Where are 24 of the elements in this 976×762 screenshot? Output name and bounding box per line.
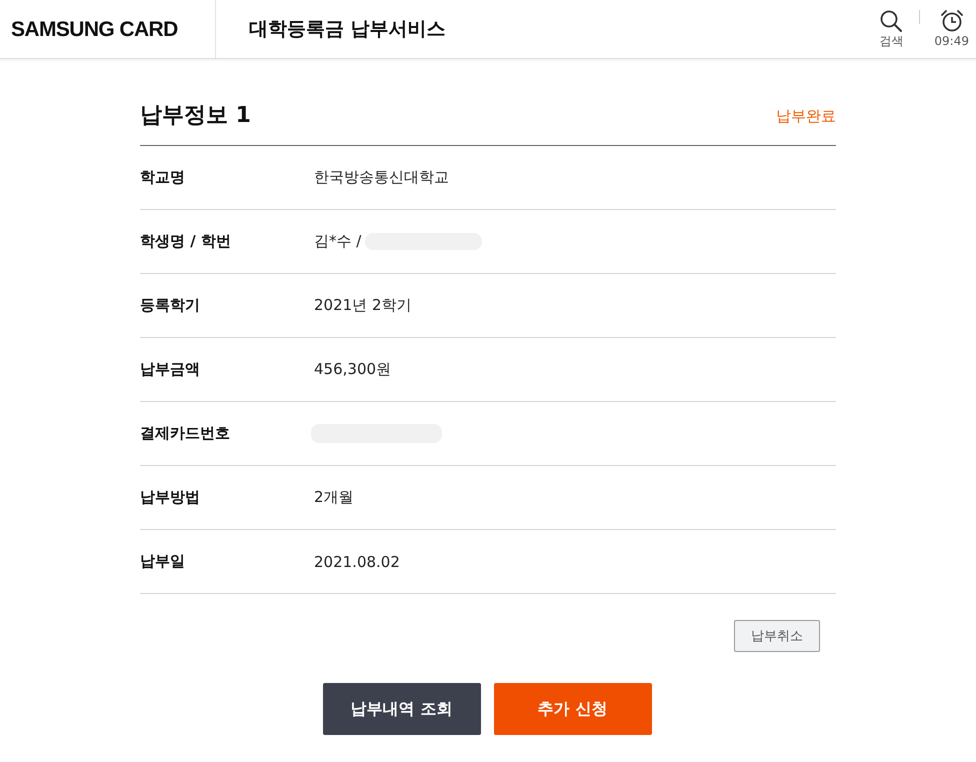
section-title: 납부정보 1 [140,103,251,130]
alarm-clock-icon [940,10,963,32]
logo-text[interactable]: SAMSUNG CARD [11,18,178,40]
field-value: 456,300원 [314,360,392,380]
payment-status: 납부완료 [776,106,836,126]
search-button[interactable]: 검색 [879,10,904,48]
field-label: 학생명 / 학번 [140,232,232,252]
page-title: 대학등록금 납부서비스 [249,17,446,42]
field-value: 2021.08.02 [314,552,400,571]
cancel-payment-button[interactable]: 납부취소 [734,620,820,652]
field-value: 한국방송통신대학교 [314,168,449,188]
search-icon [880,10,902,32]
field-label: 학교명 [140,168,186,188]
field-label: 납부일 [140,552,186,572]
field-value: 2개월 [314,488,354,508]
field-value: 김*수 / [314,232,362,252]
field-label: 등록학기 [140,296,201,316]
field-value: 2021년 2학기 [314,296,412,316]
field-label: 납부방법 [140,488,201,508]
timer-button[interactable]: 09:49 [934,10,969,48]
history-button[interactable]: 납부내역 조회 [322,683,480,736]
field-label: 결제카드번호 [140,424,231,444]
apply-button[interactable]: 추가 신청 [494,683,652,736]
field-label: 납부금액 [140,360,201,380]
